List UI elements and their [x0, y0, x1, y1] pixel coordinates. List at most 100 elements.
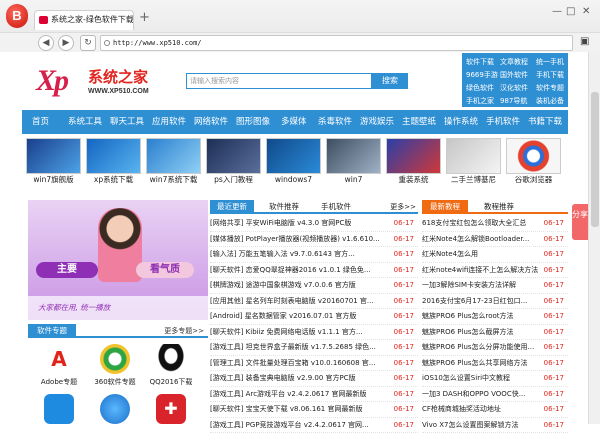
- tab-recommended-tutorials[interactable]: 教程推荐: [474, 200, 524, 214]
- quick-link[interactable]: 手机之家: [466, 96, 494, 106]
- nav-item[interactable]: 系统工具: [68, 110, 102, 134]
- nav-home[interactable]: 首页: [32, 110, 49, 134]
- list-item[interactable]: Vivo X7怎么设置图案解锁方法06-17: [422, 418, 568, 433]
- list-item[interactable]: [Android] 星名数据管家 v2016.07.01 官方版06-17: [210, 309, 418, 325]
- thumb-item[interactable]: 谷歌浏览器: [506, 138, 561, 186]
- new-tab-button[interactable]: +: [139, 10, 150, 25]
- list-item[interactable]: 红米Note4怎么解锁Bootloader...06-17: [422, 232, 568, 248]
- thumb-item[interactable]: win7旗舰版: [26, 138, 81, 186]
- tab-mobile[interactable]: 手机软件: [314, 200, 358, 214]
- quick-link[interactable]: 软件专题: [536, 83, 564, 93]
- page-scrollbar[interactable]: [588, 52, 600, 424]
- maximize-button[interactable]: □: [566, 6, 575, 17]
- promo-banner[interactable]: 主要 看气质 大家都在用, 统一播放: [28, 200, 208, 320]
- quick-link[interactable]: 统一手机: [536, 57, 564, 67]
- app-player[interactable]: [90, 394, 140, 424]
- app-blue[interactable]: [34, 394, 84, 424]
- list-item[interactable]: [聊天软件] 宝宝天使下载 v8.06.161 官网最新版06-17: [210, 402, 418, 418]
- thumb-item[interactable]: ps入门教程: [206, 138, 261, 186]
- list-item[interactable]: [输入法] 万能五笔输入法 v9.7.0.6143 官方...06-17: [210, 247, 418, 263]
- quick-link[interactable]: 文章教程: [500, 57, 528, 67]
- nav-item[interactable]: 操作系统: [444, 110, 478, 134]
- list-item[interactable]: [游戏工具] 坦克世界盒子最新版 v1.7.5.2685 绿色...06-17: [210, 340, 418, 356]
- quick-link[interactable]: 9669手游: [466, 70, 498, 80]
- thumb-item[interactable]: windows7: [266, 138, 321, 186]
- nav-item[interactable]: 聊天工具: [110, 110, 144, 134]
- list-item[interactable]: [游戏工具] 装备宝典电脑版 v2.9.00 官方PC版06-17: [210, 371, 418, 387]
- tab-recommend[interactable]: 软件推荐: [262, 200, 306, 214]
- list-item[interactable]: 618支付宝红包怎么领取大全汇总06-17: [422, 216, 568, 232]
- quick-link[interactable]: 汉化软件: [500, 83, 528, 93]
- player-icon: [100, 394, 130, 424]
- quick-link[interactable]: 软件下载: [466, 57, 494, 67]
- address-bar[interactable]: http://www.xp510.com/: [100, 35, 573, 51]
- favicon-icon: [39, 16, 48, 24]
- browser-tab[interactable]: 系统之家-绿色软件下载: [34, 10, 134, 30]
- thumb-item[interactable]: win7: [326, 138, 381, 186]
- browser-menu-button[interactable]: B: [6, 4, 28, 28]
- minimize-button[interactable]: —: [552, 6, 562, 17]
- list-item[interactable]: [聊天软件] 恋爱QQ翠捉神器2016 v1.0.1 绿色免...06-17: [210, 263, 418, 279]
- nav-item[interactable]: 图形图像: [236, 110, 270, 134]
- quick-link[interactable]: 国外软件: [500, 70, 528, 80]
- quick-link[interactable]: 装机必备: [536, 96, 564, 106]
- shield-icon: ✚: [156, 394, 186, 424]
- close-button[interactable]: ✕: [582, 6, 590, 17]
- quick-link[interactable]: 手机下载: [536, 70, 564, 80]
- back-button[interactable]: ◀: [38, 35, 54, 51]
- nav-item[interactable]: 书籍下载: [528, 110, 562, 134]
- list-item[interactable]: [聊天软件] Kibiiz 免费网络电话版 v1.1.1 官方...06-17: [210, 325, 418, 341]
- forward-button[interactable]: ▶: [58, 35, 74, 51]
- nav-item[interactable]: 应用软件: [152, 110, 186, 134]
- list-item[interactable]: 魅族PRO6 Plus怎么截屏方法06-17: [422, 325, 568, 341]
- list-item[interactable]: 一加3 DASH和OPPO VOOC快...06-17: [422, 387, 568, 403]
- list-item[interactable]: 一加3解除SIM卡安装方法详解06-17: [422, 278, 568, 294]
- list-item[interactable]: 魅族PRO6 Plus怎么分屏功能使用...06-17: [422, 340, 568, 356]
- list-item[interactable]: 魅族PRO6 Plus怎么共享网络方法06-17: [422, 356, 568, 372]
- nav-item[interactable]: 游戏娱乐: [360, 110, 394, 134]
- special-more-link[interactable]: 更多专题>>: [164, 324, 204, 338]
- list-item[interactable]: iOS10怎么设置Siri中文教程06-17: [422, 371, 568, 387]
- scrollbar-thumb[interactable]: [591, 92, 599, 227]
- site-search-button[interactable]: 搜索: [372, 73, 408, 89]
- app-adobe[interactable]: AAdobe专题: [34, 344, 84, 388]
- nav-item[interactable]: 手机软件: [486, 110, 520, 134]
- nav-item[interactable]: 杀毒软件: [318, 110, 352, 134]
- list-item[interactable]: 2016支付宝6月17-23日红包口...06-17: [422, 294, 568, 310]
- list-item[interactable]: 红米note4wifi连接不上怎么解决方法06-17: [422, 263, 568, 279]
- list-item[interactable]: [游戏工具] PGP竞技游戏平台 v2.4.2.0617 官网...06-17: [210, 418, 418, 433]
- latest-more-link[interactable]: 更多>>: [390, 200, 416, 214]
- thumb-item[interactable]: 重装系统: [386, 138, 441, 186]
- app-360[interactable]: 360软件专题: [90, 344, 140, 388]
- thumb-item[interactable]: win7系统下载: [146, 138, 201, 186]
- tab-title: 系统之家-绿色软件下载: [51, 15, 134, 24]
- list-item[interactable]: CF枪械商城抽奖活动地址06-17: [422, 402, 568, 418]
- list-item[interactable]: [网络共享] 平安WiFi电脑版 v4.3.0 官网PC版06-17: [210, 216, 418, 232]
- quick-link[interactable]: 987导航: [500, 96, 527, 106]
- list-item[interactable]: [媒体播放] PotPlayer播放器(视频播放器) v1.6.610...06…: [210, 232, 418, 248]
- list-item[interactable]: 红米Note4怎么用06-17: [422, 247, 568, 263]
- site-search-input[interactable]: 请输入搜索内容: [186, 73, 372, 89]
- thumb-item[interactable]: 二手兰博基尼: [446, 138, 501, 186]
- nav-item[interactable]: 主题壁纸: [402, 110, 436, 134]
- browser-toolbar: ◀ ▶ ↻ http://www.xp510.com/ ▣: [0, 32, 600, 52]
- quick-link[interactable]: 绿色软件: [466, 83, 494, 93]
- list-item[interactable]: [棋牌游戏] 途游中国象棋游戏 v7.0.0.6 官方版06-17: [210, 278, 418, 294]
- list-item[interactable]: [应用其他] 星名列车时刻表电脑版 v20160701 官...06-17: [210, 294, 418, 310]
- tab-latest[interactable]: 最近更新: [210, 200, 254, 214]
- share-button[interactable]: 分享: [572, 204, 588, 240]
- app-qq[interactable]: QQ2016下载: [146, 344, 196, 388]
- list-item[interactable]: [游戏工具] Arc游戏平台 v2.4.2.0617 官网最新版06-17: [210, 387, 418, 403]
- nav-item[interactable]: 多媒体: [281, 110, 307, 134]
- screenshot-camera-icon[interactable]: ▣: [580, 36, 589, 47]
- tab-latest-tutorials[interactable]: 最新教程: [422, 200, 468, 214]
- thumb-item[interactable]: xp系统下载: [86, 138, 141, 186]
- list-item[interactable]: [管理工具] 文件批量处理百宝箱 v10.0.160608 官...06-17: [210, 356, 418, 372]
- list-item[interactable]: 魅族PRO6 Plus怎么root方法06-17: [422, 309, 568, 325]
- app-shield[interactable]: ✚: [146, 394, 196, 424]
- reload-icon[interactable]: ↻: [80, 35, 96, 51]
- nav-item[interactable]: 网络软件: [194, 110, 228, 134]
- quick-links-panel: 软件下载 文章教程 统一手机 9669手游 国外软件 手机下载 绿色软件 汉化软…: [462, 53, 568, 107]
- page-viewport: Xp 系统之家 WWW.XP510.COM 请输入搜索内容 搜索 软件下载 文章…: [0, 52, 588, 424]
- site-logo[interactable]: Xp 系统之家 WWW.XP510.COM: [36, 64, 161, 100]
